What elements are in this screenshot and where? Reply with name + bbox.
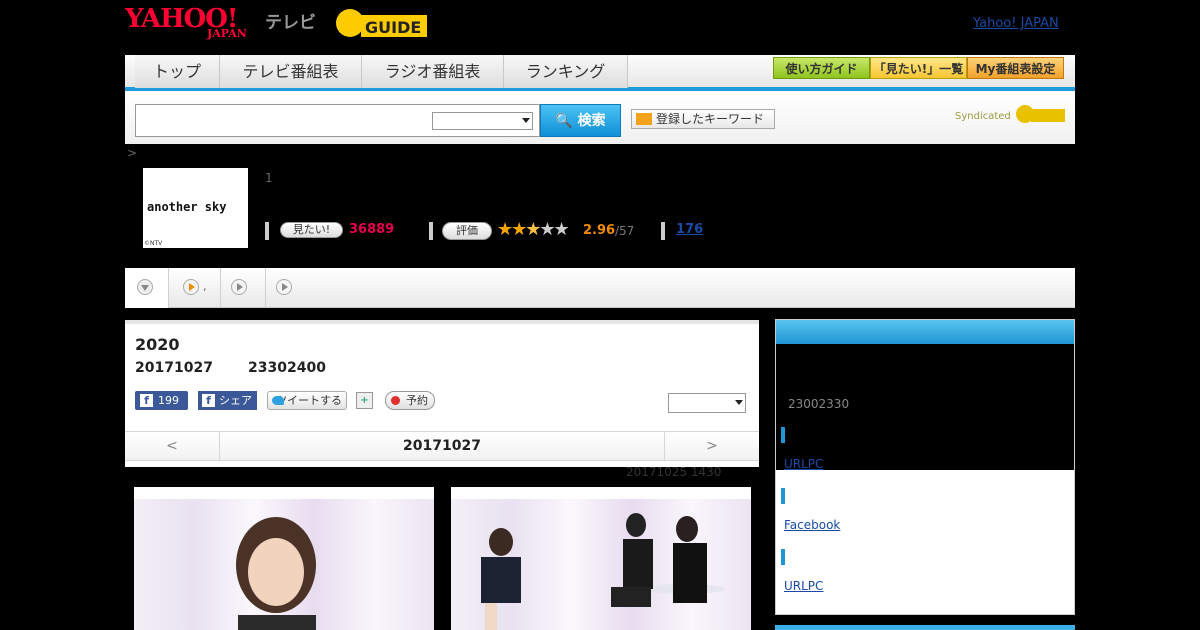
keyword-label: 登録したキーワード bbox=[656, 112, 765, 126]
reserve-button[interactable]: 予約 bbox=[385, 391, 435, 410]
sidebar-header bbox=[776, 320, 1074, 344]
sidebar-link-facebook[interactable]: Facebook bbox=[784, 518, 840, 532]
interview-figures bbox=[481, 513, 725, 630]
my-schedule-button[interactable]: My番組表設定 bbox=[967, 57, 1064, 79]
program-thumbnail: another sky ©NTV bbox=[143, 168, 248, 248]
next-date-button[interactable]: > bbox=[664, 432, 759, 460]
tweet-label: ツイートする bbox=[276, 394, 342, 407]
play-icon bbox=[183, 279, 199, 295]
star-half-icon: ★ bbox=[525, 219, 541, 240]
reserve-label: 予約 bbox=[406, 394, 428, 407]
rating-score: 2.96 bbox=[583, 223, 616, 238]
subtab-1[interactable]: , bbox=[169, 268, 221, 308]
header: YAHOO! JAPAN テレビ GUIDE Yahoo! JAPAN bbox=[125, 0, 1075, 55]
tweet-button[interactable]: ツイートする bbox=[267, 391, 347, 410]
episode-photo-2 bbox=[451, 487, 751, 630]
like-count: 199 bbox=[158, 394, 179, 407]
want-list-button[interactable]: 「見たい!」一覧 bbox=[870, 57, 967, 79]
episode-photo-1 bbox=[134, 487, 434, 630]
section-marker bbox=[781, 549, 785, 565]
chevron-down-icon bbox=[137, 279, 153, 295]
episode-panel: 2020 20171027 23302400 f 199 f シェア ツイートする … bbox=[125, 320, 759, 467]
tab-radio-schedule[interactable]: ラジオ番組表 bbox=[362, 55, 504, 88]
page: YAHOO! JAPAN テレビ GUIDE Yahoo! JAPAN トップ … bbox=[0, 0, 1200, 630]
facebook-icon: f bbox=[140, 394, 153, 407]
thumbnail-copyright: ©NTV bbox=[144, 240, 163, 247]
divider bbox=[429, 222, 433, 240]
tab-ranking[interactable]: ランキング bbox=[504, 55, 628, 88]
facebook-like-button[interactable]: f 199 bbox=[135, 391, 188, 410]
section-marker bbox=[781, 488, 785, 504]
divider bbox=[661, 222, 665, 240]
rate-button[interactable]: 評価 bbox=[442, 222, 492, 240]
want-button[interactable]: 見たい! bbox=[280, 222, 343, 238]
facebook-share-button[interactable]: f シェア bbox=[198, 391, 257, 410]
episode-title: 2020 bbox=[135, 335, 180, 354]
broadcast-time: 23002330 bbox=[788, 397, 850, 411]
syndicated-gguide-logo bbox=[1016, 105, 1065, 123]
twitter-icon bbox=[272, 396, 284, 405]
star-empty-icon: ★★ bbox=[539, 219, 569, 240]
search-icon: 🔍 bbox=[555, 113, 573, 129]
play-icon bbox=[276, 279, 292, 295]
episode-id: 23302400 bbox=[248, 360, 326, 376]
search-category-select[interactable] bbox=[432, 112, 533, 130]
episode-date: 20171027 bbox=[135, 360, 213, 376]
gguide-logo[interactable]: GUIDE bbox=[335, 6, 433, 40]
subtab-2[interactable] bbox=[221, 268, 266, 308]
arrow-icon bbox=[636, 113, 652, 125]
add-calendar-icon[interactable]: + bbox=[356, 392, 373, 409]
rating-stars: ★★★★★ bbox=[497, 219, 570, 240]
episode-select[interactable] bbox=[668, 393, 746, 413]
prev-date-button[interactable]: < bbox=[125, 432, 220, 460]
global-nav: トップ テレビ番組表 ラジオ番組表 ランキング 使い方ガイド 「見たい!」一覧 … bbox=[125, 55, 1075, 144]
yahoo-japan-link[interactable]: Yahoo! JAPAN bbox=[973, 16, 1059, 31]
subtab-expand[interactable] bbox=[125, 268, 169, 308]
tab-tv-schedule[interactable]: テレビ番組表 bbox=[220, 55, 362, 88]
divider bbox=[265, 222, 269, 240]
thumbnail-title: another sky bbox=[147, 200, 227, 214]
chevron-down-icon bbox=[522, 118, 530, 123]
nav-date: 20171027 bbox=[403, 438, 481, 454]
search-bar: 🔍 検索 登録したキーワード Syndicated bbox=[125, 95, 1075, 144]
subtab-3[interactable] bbox=[266, 268, 311, 308]
sidebar-panel-2-header bbox=[775, 625, 1075, 630]
play-icon bbox=[231, 279, 247, 295]
tab-top[interactable]: トップ bbox=[135, 55, 220, 88]
gguide-text: GUIDE bbox=[365, 18, 421, 37]
usage-guide-button[interactable]: 使い方ガイド bbox=[773, 57, 870, 79]
chevron-down-icon bbox=[735, 400, 743, 405]
comments-link[interactable]: 176 bbox=[676, 222, 703, 237]
syndicated-label: Syndicated bbox=[955, 111, 1011, 122]
breadcrumb: > bbox=[127, 146, 138, 160]
tv-label[interactable]: テレビ bbox=[265, 8, 316, 33]
portrait-figure bbox=[236, 517, 316, 630]
rate-label: 評価 bbox=[456, 224, 478, 237]
rating-count: /57 bbox=[615, 224, 635, 238]
share-label: シェア bbox=[219, 394, 252, 407]
sidebar-link-urlpc-2[interactable]: URLPC bbox=[784, 579, 823, 593]
search-button[interactable]: 🔍 検索 bbox=[540, 104, 621, 137]
episode-date-nav: < 20171027 > bbox=[125, 431, 759, 461]
facebook-icon: f bbox=[202, 394, 215, 407]
registered-keyword-button[interactable]: 登録したキーワード bbox=[631, 109, 775, 129]
sub-tabs: , bbox=[125, 268, 1075, 308]
yahoo-logo-sub: JAPAN bbox=[207, 27, 247, 40]
nav-tabs-bar: トップ テレビ番組表 ラジオ番組表 ランキング 使い方ガイド 「見たい!」一覧 … bbox=[125, 55, 1075, 91]
want-count: 36889 bbox=[349, 222, 395, 237]
want-label: 見たい! bbox=[292, 223, 331, 236]
section-marker bbox=[781, 427, 785, 443]
subtab-dot: , bbox=[203, 280, 207, 293]
star-icon: ★★ bbox=[497, 219, 527, 240]
updated-timestamp: 20171025 1430 bbox=[626, 465, 722, 479]
search-button-label: 検索 bbox=[577, 113, 606, 129]
sidebar-panel: 23002330 URLPC Facebook URLPC bbox=[775, 319, 1075, 615]
sidebar-link-urlpc[interactable]: URLPC bbox=[784, 457, 823, 471]
record-icon bbox=[391, 396, 400, 405]
program-number: 1 bbox=[265, 171, 273, 185]
